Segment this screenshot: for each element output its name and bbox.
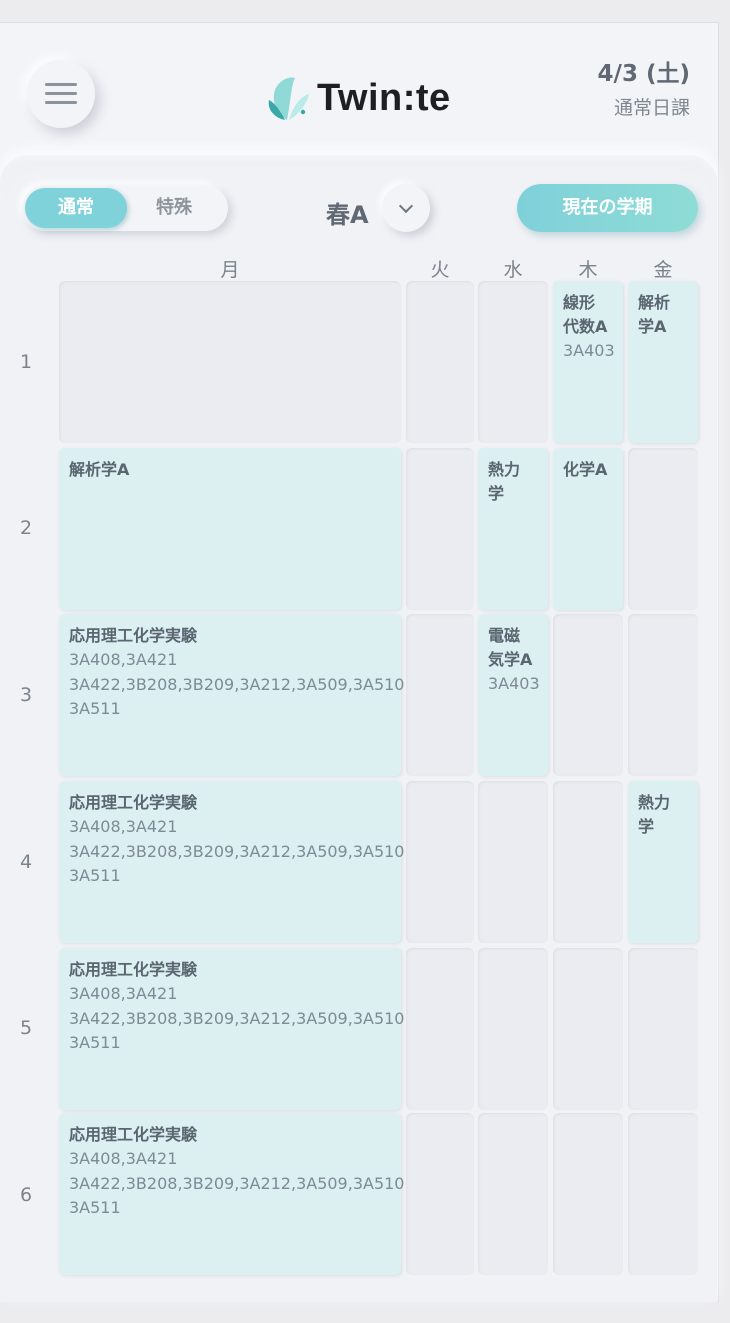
- course-room: 3A422,3B208,3B209,3A212,3A509,3A510: [69, 841, 405, 861]
- period-label-4: 4: [19, 851, 33, 873]
- chevron-down-icon: [398, 198, 414, 214]
- course-room: 3A511: [69, 866, 121, 885]
- course-name: 熱力: [638, 793, 671, 812]
- empty-cell-mon1[interactable]: [59, 281, 401, 443]
- course-card-fri1[interactable]: 解析 学A: [628, 281, 698, 443]
- course-room: 3A408,3A421: [69, 984, 178, 1003]
- mode-special-option[interactable]: 特殊: [123, 188, 225, 228]
- current-date: 4/3 (土): [597, 61, 690, 87]
- period-label-1: 1: [19, 351, 33, 373]
- course-card-mon3[interactable]: 応用理工化学実験 3A408,3A421 3A422,3B208,3B209,3…: [59, 614, 405, 776]
- course-card-mon2[interactable]: 解析学A: [59, 448, 401, 610]
- course-room: 3A422,3B208,3B209,3A212,3A509,3A510: [69, 1008, 405, 1028]
- period-label-3: 3: [19, 684, 33, 706]
- course-card-mon5[interactable]: 応用理工化学実験 3A408,3A421 3A422,3B208,3B209,3…: [59, 948, 405, 1110]
- empty-cell-thu3[interactable]: [553, 614, 623, 776]
- empty-cell-tue1[interactable]: [406, 281, 474, 443]
- empty-cell-fri6[interactable]: [628, 1113, 698, 1275]
- day-header-fri: 金: [653, 259, 673, 281]
- course-card-wed3[interactable]: 電磁 気学A 3A403: [478, 614, 548, 776]
- empty-cell-wed1[interactable]: [478, 281, 548, 443]
- empty-cell-tue5[interactable]: [406, 948, 474, 1110]
- course-name: 線形: [563, 293, 596, 312]
- period-label-5: 5: [19, 1017, 33, 1039]
- current-term-button[interactable]: 現在の学期: [517, 184, 698, 232]
- day-header-mon: 月: [220, 259, 240, 281]
- period-label-2: 2: [19, 517, 33, 539]
- app-frame: Twin:te 4/3 (土) 通常日課 通常 特殊 春A 現在の学期 月 火 …: [0, 22, 719, 1302]
- course-name: 応用理工化学実験: [69, 960, 198, 979]
- course-name: 解析学A: [69, 460, 130, 479]
- course-name: 気学A: [488, 650, 533, 669]
- schedule-type: 通常日課: [613, 97, 690, 119]
- course-name: 熱力: [488, 460, 521, 479]
- empty-cell-tue6[interactable]: [406, 1113, 474, 1275]
- course-room: 3A511: [69, 1198, 121, 1217]
- course-room: 3A403: [563, 341, 615, 360]
- mode-toggle[interactable]: 通常 特殊: [22, 185, 228, 231]
- day-header-wed: 水: [503, 259, 523, 281]
- course-room: 3A408,3A421: [69, 817, 178, 836]
- course-room: 3A422,3B208,3B209,3A212,3A509,3A510: [69, 674, 405, 694]
- course-card-thu2[interactable]: 化学A: [553, 448, 623, 610]
- empty-cell-tue4[interactable]: [406, 781, 474, 943]
- course-room: 3A511: [69, 1033, 121, 1052]
- course-name: 学A: [638, 317, 667, 336]
- course-name: 応用理工化学実験: [69, 1125, 198, 1144]
- empty-cell-fri3[interactable]: [628, 614, 698, 776]
- empty-cell-tue2[interactable]: [406, 448, 474, 610]
- course-name: 学: [638, 817, 655, 836]
- course-name: 学: [488, 484, 505, 503]
- course-room: 3A408,3A421: [69, 650, 178, 669]
- hamburger-icon: [45, 83, 77, 105]
- empty-cell-thu5[interactable]: [553, 948, 623, 1110]
- logo-text: Twin:te: [317, 76, 451, 119]
- course-card-thu1[interactable]: 線形 代数A 3A403: [553, 281, 623, 443]
- course-name: 応用理工化学実験: [69, 793, 198, 812]
- period-label-6: 6: [19, 1184, 33, 1206]
- course-card-mon4[interactable]: 応用理工化学実験 3A408,3A421 3A422,3B208,3B209,3…: [59, 781, 405, 943]
- term-dropdown-button[interactable]: [382, 184, 430, 232]
- empty-cell-fri2[interactable]: [628, 448, 698, 610]
- course-name: 化学A: [563, 460, 608, 479]
- course-room: 3A511: [69, 699, 121, 718]
- empty-cell-thu4[interactable]: [553, 781, 623, 943]
- course-room: 3A408,3A421: [69, 1149, 178, 1168]
- menu-button[interactable]: [27, 60, 95, 128]
- empty-cell-wed4[interactable]: [478, 781, 548, 943]
- day-header-tue: 火: [430, 259, 450, 281]
- date-display: 4/3 (土) 通常日課: [598, 59, 690, 123]
- course-card-wed2[interactable]: 熱力 学: [478, 448, 548, 610]
- course-room: 3A422,3B208,3B209,3A212,3A509,3A510: [69, 1173, 405, 1193]
- course-card-fri4[interactable]: 熱力 学: [628, 781, 698, 943]
- day-header-thu: 木: [578, 259, 598, 281]
- empty-cell-tue3[interactable]: [406, 614, 474, 776]
- empty-cell-wed6[interactable]: [478, 1113, 548, 1275]
- empty-cell-thu6[interactable]: [553, 1113, 623, 1275]
- course-card-mon6[interactable]: 応用理工化学実験 3A408,3A421 3A422,3B208,3B209,3…: [59, 1113, 405, 1275]
- course-name: 応用理工化学実験: [69, 626, 198, 645]
- course-name: 解析: [638, 293, 671, 312]
- course-name: 電磁: [488, 626, 521, 645]
- app-logo: Twin:te: [265, 73, 451, 123]
- course-name: 代数A: [563, 317, 608, 336]
- term-label: 春A: [326, 201, 369, 229]
- butterfly-logo-icon: [268, 77, 309, 120]
- mode-normal-option[interactable]: 通常: [25, 188, 127, 228]
- course-room: 3A403: [488, 674, 540, 693]
- empty-cell-wed5[interactable]: [478, 948, 548, 1110]
- empty-cell-fri5[interactable]: [628, 948, 698, 1110]
